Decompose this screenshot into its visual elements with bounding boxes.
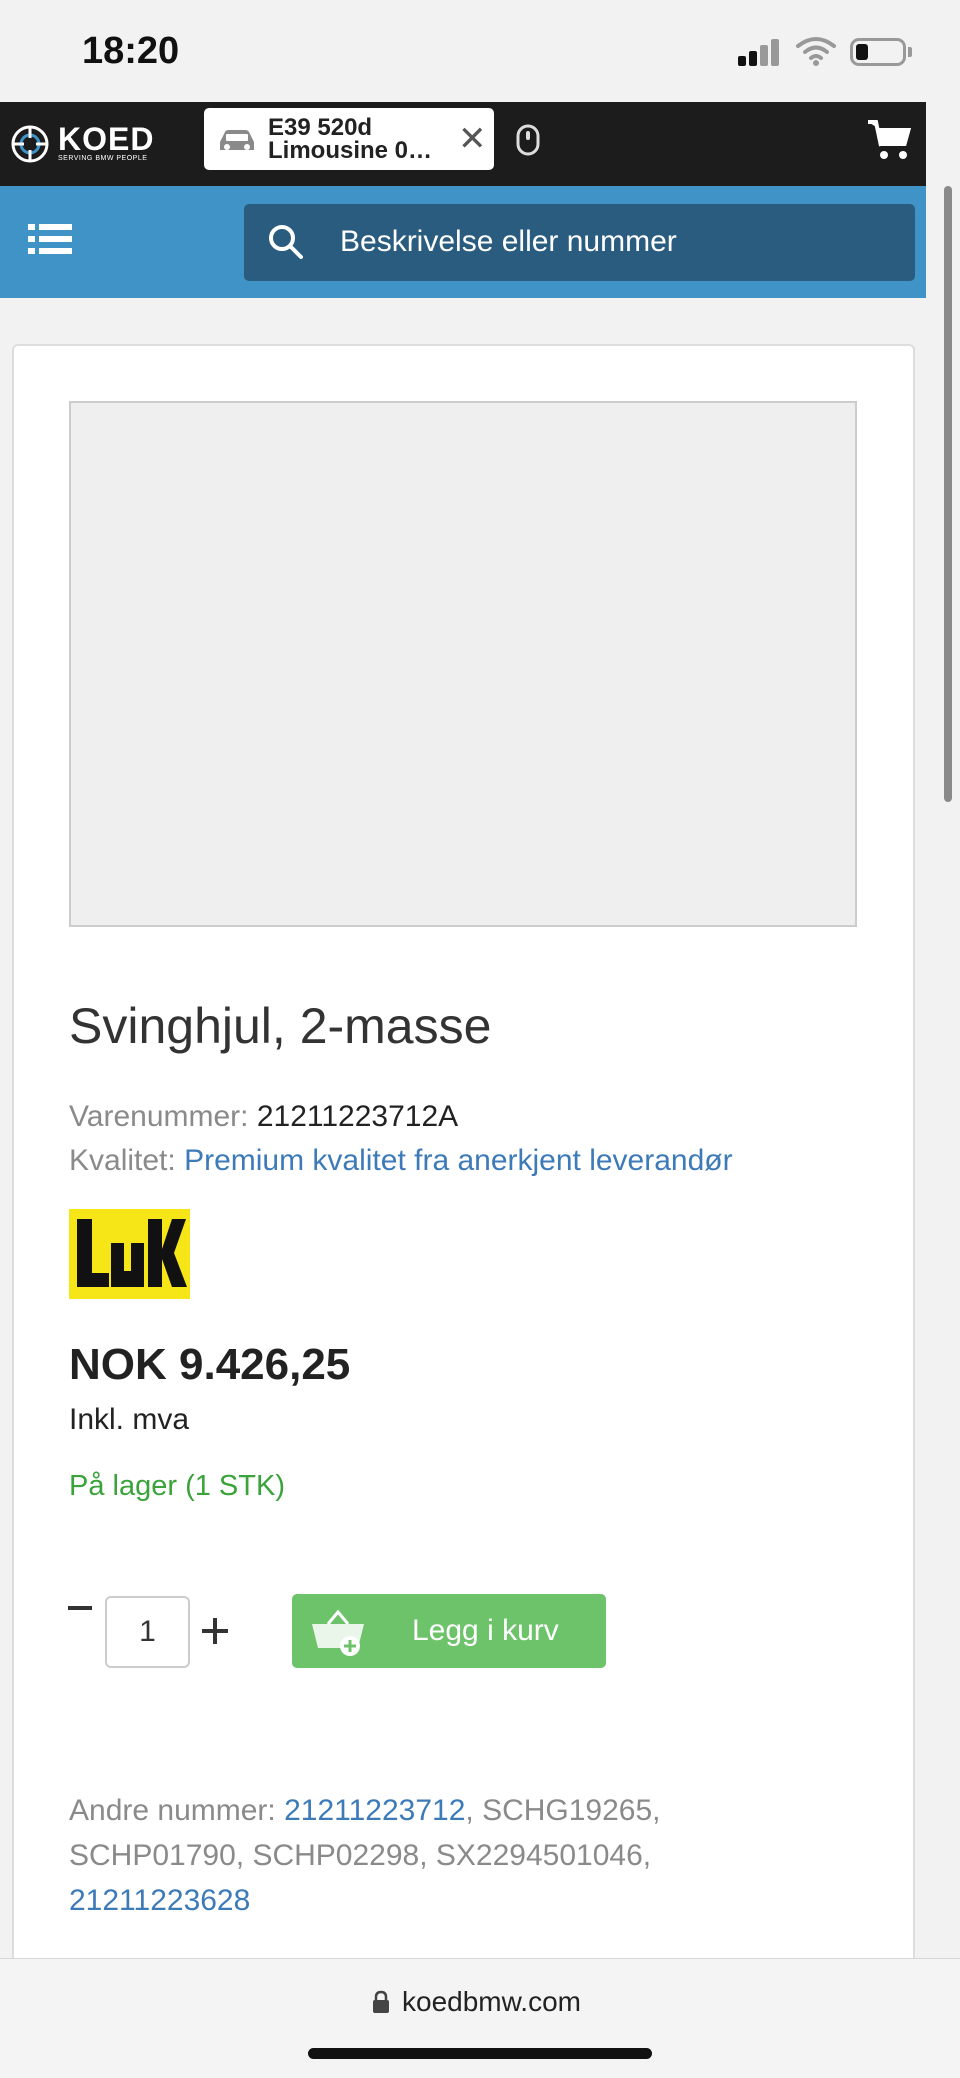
product-image[interactable] (69, 401, 857, 927)
vat-note: Inkl. mva (69, 1403, 190, 1436)
quality-label: Kvalitet: (69, 1144, 176, 1177)
product-title: Svinghjul, 2-masse (69, 998, 492, 1054)
add-to-cart-button[interactable]: Legg i kurv (292, 1594, 606, 1668)
stock-status: På lager (1 STK) (69, 1470, 285, 1502)
menu-icon[interactable] (28, 222, 72, 256)
other-numbers-label: Andre nummer: (69, 1794, 276, 1827)
koed-logo[interactable]: KOED SERVING BMW PEOPLE (10, 116, 154, 172)
close-icon[interactable]: ✕ (458, 122, 487, 156)
scroll-mouse-icon[interactable] (514, 124, 542, 156)
other-part-numbers: Andre nummer: 21211223712, SCHG19265, SC… (69, 1788, 829, 1923)
part-number-label: Varenummer: (69, 1100, 249, 1133)
vehicle-body: Limousine 0… (268, 139, 433, 162)
cart-icon[interactable] (866, 118, 914, 162)
home-indicator[interactable] (308, 2048, 652, 2059)
quality-link[interactable]: Premium kvalitet fra anerkjent leverandø… (184, 1144, 733, 1177)
selected-vehicle-chip[interactable]: E39 520d Limousine 0… ✕ (204, 108, 494, 170)
status-time: 18:20 (82, 30, 180, 72)
quality-row: Kvalitet: Premium kvalitet fra anerkjent… (69, 1141, 733, 1181)
browser-url[interactable]: koedbmw.com (402, 1984, 581, 2020)
signal-icon (738, 38, 780, 66)
car-icon (220, 130, 254, 150)
add-to-cart-label: Legg i kurv (412, 1614, 559, 1647)
search-icon (269, 225, 303, 259)
vehicle-model: E39 520d (268, 116, 373, 139)
plus-icon[interactable] (202, 1618, 228, 1644)
battery-icon (850, 38, 906, 66)
logo-tagline: SERVING BMW PEOPLE (58, 155, 148, 162)
product-price: NOK 9.426,25 (69, 1340, 351, 1389)
koed-logo-icon (11, 125, 49, 163)
other-number-link[interactable]: 21211223628 (69, 1884, 250, 1917)
luk-brand-logo (69, 1209, 190, 1299)
other-number-link[interactable]: 21211223712 (284, 1794, 465, 1827)
status-bar: 18:20 (0, 0, 960, 102)
lock-icon (373, 1990, 389, 2013)
page-scrollbar[interactable] (944, 186, 952, 802)
vehicle-name: E39 520d Limousine 0… (268, 116, 458, 162)
logo-name: KOED (58, 121, 155, 157)
logo-text: KOED SERVING BMW PEOPLE (58, 121, 155, 164)
search-placeholder: Beskrivelse eller nummer (340, 225, 677, 258)
quantity-input[interactable]: 1 (105, 1596, 190, 1668)
basket-add-icon (312, 1609, 364, 1656)
part-number-value: 21211223712A (256, 1100, 459, 1133)
wifi-icon (796, 37, 836, 66)
minus-icon[interactable] (68, 1606, 92, 1610)
part-number-row: Varenummer: 21211223712A (69, 1097, 458, 1137)
battery-tip (908, 47, 912, 57)
